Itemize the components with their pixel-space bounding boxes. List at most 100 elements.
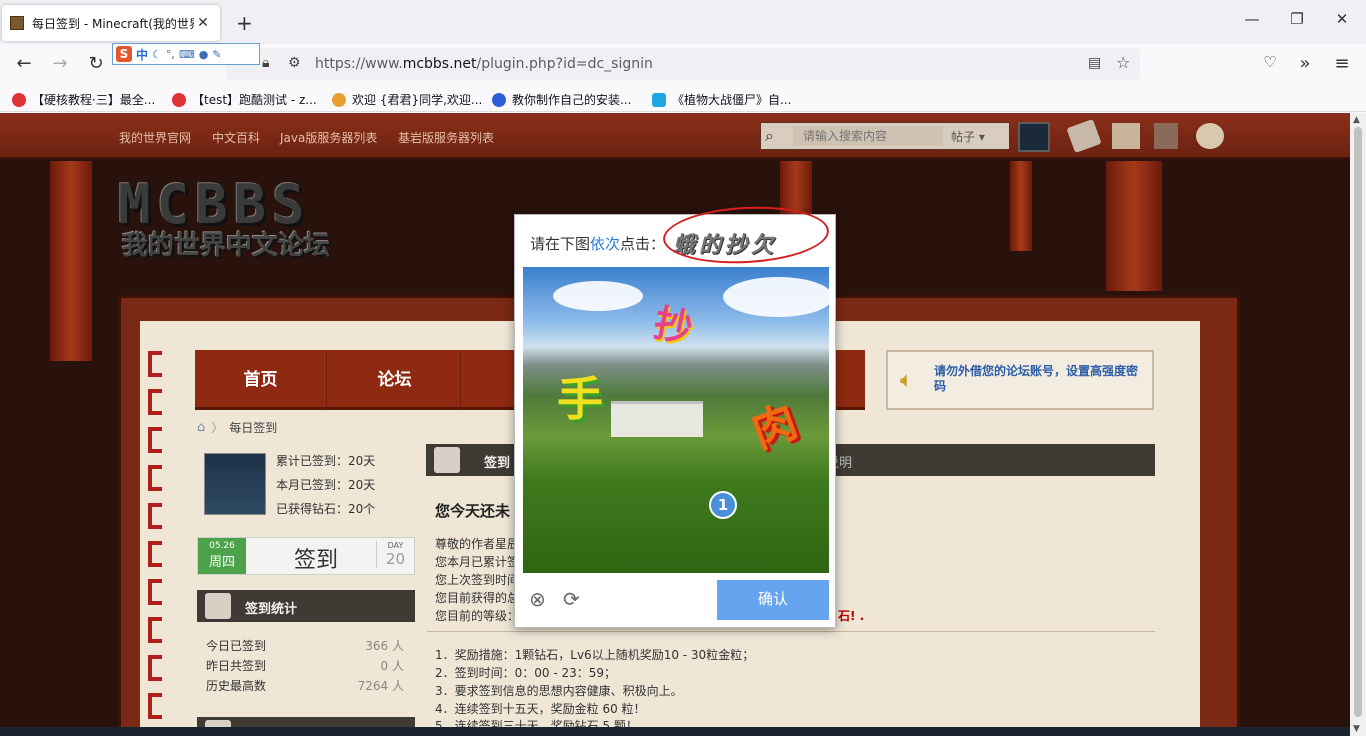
sogou-logo-icon: S bbox=[116, 46, 132, 62]
lava-column bbox=[50, 161, 92, 361]
bilibili-icon bbox=[12, 92, 26, 107]
checkin-day-count: DAY 20 bbox=[376, 541, 414, 568]
ticket-icon[interactable] bbox=[1066, 118, 1102, 154]
new-tab-button[interactable]: + bbox=[236, 11, 253, 35]
bilibili-icon bbox=[172, 92, 186, 107]
lava-column bbox=[1106, 161, 1162, 291]
click-marker[interactable]: 1 bbox=[709, 491, 737, 519]
permissions-icon[interactable]: ⚙︎ bbox=[288, 55, 301, 71]
creeper-icon bbox=[434, 447, 460, 473]
tab-title: 每日签到 - Minecraft(我的世界 bbox=[32, 16, 194, 31]
captcha-char[interactable]: 手 bbox=[557, 363, 603, 429]
forward-button[interactable]: → bbox=[48, 53, 72, 74]
captcha-char[interactable]: 抄 bbox=[650, 292, 699, 354]
notice-text: 请勿外借您的论坛账号，设置高强度密码 bbox=[934, 364, 1139, 393]
rule-item: 2．签到时间：0：00 - 23：59； bbox=[435, 666, 617, 680]
captcha-image[interactable]: 抄 手 肉 1 bbox=[523, 267, 829, 573]
checkin-button[interactable]: 签到 bbox=[256, 542, 376, 574]
info-line: 您上次签到时间 bbox=[435, 573, 520, 587]
tab-close-icon[interactable]: ✕ bbox=[194, 15, 212, 31]
diamonds-earned: 已获得钻石：20个 bbox=[276, 502, 376, 516]
keyboard-icon[interactable]: ⌨ bbox=[179, 48, 195, 61]
speaker-icon: 🔈︎ bbox=[900, 368, 914, 393]
paw-icon bbox=[492, 92, 506, 107]
toplink-official[interactable]: 我的世界官网 bbox=[119, 129, 191, 146]
section-header-stats: 签到统计 bbox=[197, 590, 415, 622]
window-close-button[interactable]: ✕ bbox=[1332, 10, 1352, 28]
lava-column bbox=[1010, 161, 1032, 251]
page-scrollbar[interactable]: ▲ ▼ bbox=[1350, 113, 1366, 736]
overflow-chevrons-icon[interactable]: » bbox=[1293, 53, 1317, 74]
scroll-thumb[interactable] bbox=[1354, 127, 1362, 717]
user-avatar[interactable] bbox=[1018, 122, 1050, 152]
bookmark-item[interactable]: 欢迎 {君君}同学,欢迎... bbox=[332, 91, 482, 108]
profile-avatar[interactable] bbox=[204, 453, 266, 515]
binder-rings bbox=[148, 351, 164, 731]
search-scope-select[interactable]: 帖子 ▾ bbox=[951, 128, 985, 145]
maximize-button[interactable]: ❐ bbox=[1287, 10, 1307, 28]
toplink-wiki[interactable]: 中文百科 bbox=[212, 129, 260, 146]
pocket-icon[interactable]: ♡ bbox=[1258, 53, 1282, 71]
nav-home[interactable]: 首页 bbox=[195, 350, 327, 410]
nav-forum[interactable]: 论坛 bbox=[329, 350, 461, 410]
scroll-down-icon[interactable]: ▼ bbox=[1353, 724, 1360, 734]
breadcrumb-current[interactable]: 每日签到 bbox=[229, 419, 277, 436]
info-line: 您目前的等级： bbox=[435, 609, 520, 623]
close-icon[interactable]: ⊗ bbox=[529, 587, 546, 611]
bookmark-item[interactable]: 《植物大战僵尸》自... bbox=[652, 91, 791, 108]
os-taskbar bbox=[0, 727, 1350, 736]
ime-toolbar[interactable]: S 中 ☾ °, ⌨ ● ✎ bbox=[112, 43, 260, 65]
home-icon[interactable]: ⌂ bbox=[197, 420, 205, 435]
stat-row: 今日已签到 366 人 bbox=[206, 639, 404, 653]
security-notice: 🔈︎ 请勿外借您的论坛账号，设置高强度密码 bbox=[886, 350, 1154, 410]
stat-row: 昨日共签到 0 人 bbox=[206, 659, 404, 673]
scroll-up-icon[interactable]: ▲ bbox=[1353, 115, 1360, 125]
rule-item: 1．奖励措施：1颗钻石，Lv6以上随机奖励10 - 30粒金粒； bbox=[435, 648, 755, 662]
bookmark-item[interactable]: 教你制作自己的安装... bbox=[492, 91, 631, 108]
ime-mode-toggle[interactable]: 中 bbox=[136, 46, 148, 63]
wrench-icon[interactable]: ✎ bbox=[212, 48, 221, 61]
back-button[interactable]: ← bbox=[12, 53, 36, 74]
confirm-button[interactable]: 确认 bbox=[717, 580, 829, 620]
info-line: 您目前获得的总 bbox=[435, 591, 520, 605]
total-signin-days: 累计已签到：20天 bbox=[276, 454, 376, 468]
search-input[interactable] bbox=[793, 126, 943, 146]
bookmark-item[interactable]: 【test】跑酷测试 - z... bbox=[172, 91, 317, 108]
minimize-button[interactable]: — bbox=[1242, 10, 1262, 28]
stat-row: 历史最高数 7264 人 bbox=[206, 679, 404, 693]
crafting-table-icon[interactable] bbox=[1112, 123, 1140, 149]
captcha-prompt: 请在下图依次点击： bbox=[530, 235, 666, 253]
address-bar[interactable]: 🔒︎ ⚙︎ https://www.mcbbs.net/plugin.php?i… bbox=[226, 48, 1140, 80]
palette-icon[interactable] bbox=[1196, 123, 1224, 149]
bookmark-item[interactable]: 【硬核教程·三】最全... bbox=[12, 91, 155, 108]
menu-icon[interactable]: ≡ bbox=[1330, 53, 1354, 74]
site-top-bar: 我的世界官网 中文百科 Java版服务器列表 基岩版服务器列表 ⌕ 帖子 ▾ bbox=[0, 113, 1350, 159]
tab-bar: 每日签到 - Minecraft(我的世界 ✕ + — ❐ ✕ bbox=[0, 0, 1366, 44]
toplink-java-servers[interactable]: Java版服务器列表 bbox=[280, 129, 377, 146]
reload-button[interactable]: ↻ bbox=[84, 53, 108, 74]
bookmarks-bar: 【硬核教程·三】最全... 【test】跑酷测试 - z... 欢迎 {君君}同… bbox=[0, 84, 1366, 112]
url-text[interactable]: https://www.mcbbs.net/plugin.php?id=dc_s… bbox=[315, 56, 653, 72]
info-line-tail: 石! . bbox=[838, 609, 865, 623]
captcha-char[interactable]: 肉 bbox=[741, 385, 804, 460]
rule-item: 3．要求签到信息的思想内容健康、积极向上。 bbox=[435, 684, 683, 698]
search-icon[interactable]: ⌕ bbox=[765, 126, 774, 146]
breadcrumb: ⌂ 〉 每日签到 bbox=[197, 419, 278, 436]
refresh-icon[interactable]: ⟳ bbox=[563, 587, 580, 611]
user-icon[interactable]: ● bbox=[199, 48, 209, 61]
lock-icon[interactable]: 🔒︎ bbox=[262, 55, 269, 71]
bookmark-star-icon[interactable]: ☆ bbox=[1116, 53, 1130, 72]
tv-icon bbox=[652, 92, 666, 107]
reader-mode-icon[interactable]: ▤ bbox=[1088, 55, 1101, 71]
toplink-bedrock-servers[interactable]: 基岩版服务器列表 bbox=[398, 129, 494, 146]
divider bbox=[427, 631, 1155, 632]
moon-icon[interactable]: ☾ bbox=[152, 48, 162, 61]
mcbbs-logo[interactable]: MCBBS 我的世界中文论坛 bbox=[118, 173, 388, 263]
potion-icon[interactable] bbox=[1154, 123, 1178, 149]
info-line: 您本月已累计签 bbox=[435, 555, 520, 569]
creeper-icon bbox=[205, 593, 231, 619]
site-search: ⌕ 帖子 ▾ bbox=[760, 122, 1010, 150]
browser-tab-active[interactable]: 每日签到 - Minecraft(我的世界 ✕ bbox=[2, 5, 220, 41]
captcha-dialog: 请在下图依次点击： 蛾的抄欠 抄 手 肉 1 ⊗ ⟳ 确认 bbox=[514, 202, 836, 628]
punctuation-icon[interactable]: °, bbox=[166, 48, 175, 61]
